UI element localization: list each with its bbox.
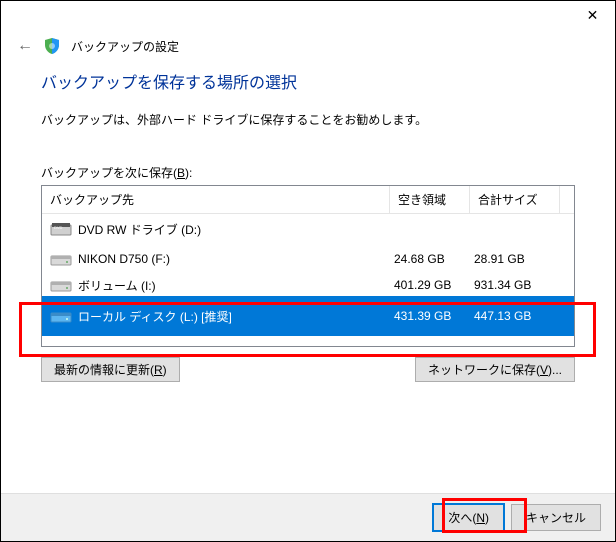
description-text: バックアップは、外部ハード ドライブに保存することをお勧めします。: [41, 111, 575, 128]
window-title: バックアップの設定: [71, 38, 179, 55]
hdd-icon: [50, 308, 72, 324]
drive-row[interactable]: NIKON D750 (F:) 24.68 GB 28.91 GB: [42, 244, 574, 274]
button-row: 最新の情報に更新(R) ネットワークに保存(V)...: [41, 357, 575, 382]
close-button[interactable]: ✕: [570, 1, 615, 29]
drive-total: 931.34 GB: [474, 278, 554, 292]
titlebar: ✕: [1, 1, 615, 31]
backup-settings-window: ✕ ← バックアップの設定 バックアップを保存する場所の選択 バックアップは、外…: [0, 0, 616, 542]
list-body: DVD DVD RW ドライブ (D:) NIKON D750 (F:) 24.…: [42, 214, 574, 336]
drive-row[interactable]: ボリューム (I:) 401.29 GB 931.34 GB: [42, 274, 574, 296]
drive-name: ボリューム (I:): [78, 277, 156, 294]
cancel-button[interactable]: キャンセル: [511, 504, 601, 531]
drive-free: 401.29 GB: [394, 278, 474, 292]
header-row: ← バックアップの設定: [1, 31, 615, 69]
save-location-label: バックアップを次に保存(B):: [41, 164, 575, 181]
col-header-total[interactable]: 合計サイズ: [470, 186, 560, 213]
page-heading: バックアップを保存する場所の選択: [41, 69, 575, 93]
drive-free: 24.68 GB: [394, 252, 474, 266]
list-header: バックアップ先 空き領域 合計サイズ: [42, 186, 574, 214]
shield-icon: [43, 37, 61, 55]
hdd-icon: [50, 251, 72, 267]
svg-text:DVD: DVD: [54, 225, 63, 230]
drive-name: DVD RW ドライブ (D:): [78, 221, 201, 238]
save-network-button[interactable]: ネットワークに保存(V)...: [415, 357, 575, 382]
drive-total: 447.13 GB: [474, 309, 554, 323]
hdd-icon: [50, 277, 72, 293]
dvd-drive-icon: DVD: [50, 221, 72, 237]
footer: 次へ(N) キャンセル: [1, 493, 615, 541]
content-area: バックアップを保存する場所の選択 バックアップは、外部ハード ドライブに保存する…: [1, 69, 615, 382]
drive-row-selected[interactable]: ローカル ディスク (L:) [推奨] 431.39 GB 447.13 GB: [42, 296, 574, 336]
drive-name: ローカル ディスク (L:) [推奨]: [78, 308, 232, 325]
save-label-text: バックアップを次に保存(B):: [41, 166, 192, 180]
drive-free: 431.39 GB: [394, 309, 474, 323]
drive-name: NIKON D750 (F:): [78, 252, 170, 266]
next-button[interactable]: 次へ(N): [432, 503, 505, 532]
refresh-button[interactable]: 最新の情報に更新(R): [41, 357, 180, 382]
col-header-dest[interactable]: バックアップ先: [42, 186, 390, 213]
drive-list[interactable]: バックアップ先 空き領域 合計サイズ DVD DVD RW ドライブ (D:): [41, 185, 575, 347]
drive-total: 28.91 GB: [474, 252, 554, 266]
col-header-free[interactable]: 空き領域: [390, 186, 470, 213]
back-arrow-icon[interactable]: ←: [17, 37, 33, 55]
drive-row[interactable]: DVD DVD RW ドライブ (D:): [42, 214, 574, 244]
